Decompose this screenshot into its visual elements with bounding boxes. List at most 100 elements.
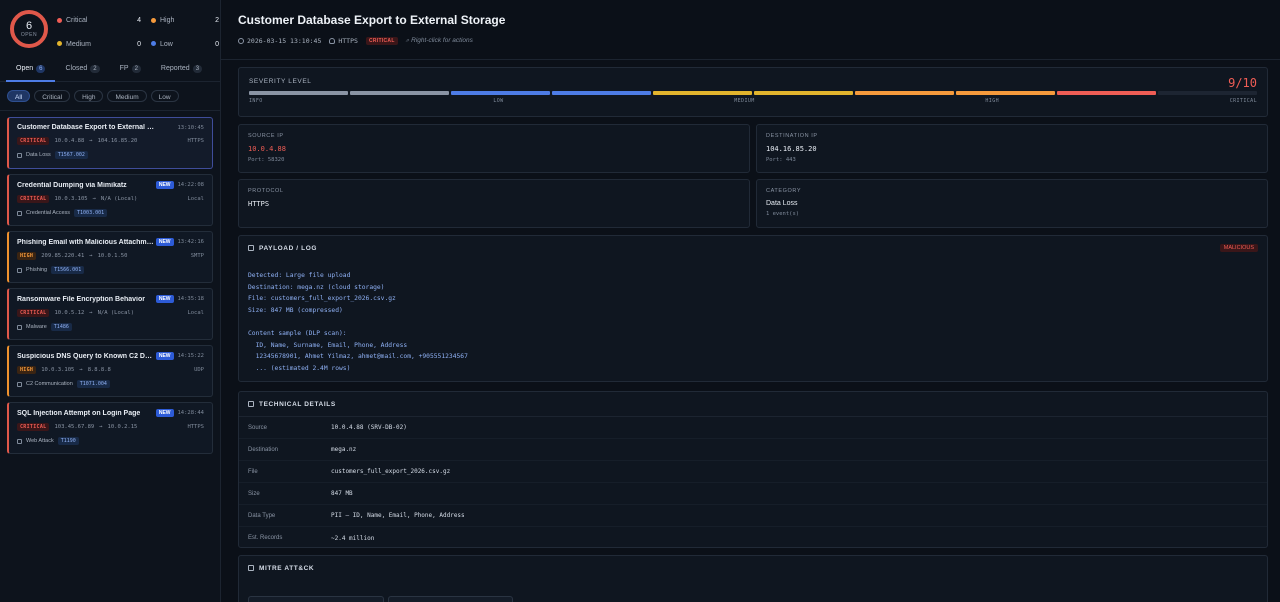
mitre-tag[interactable]: T1190 — [57, 437, 79, 445]
mitre-tag[interactable]: T1566.001 — [51, 266, 85, 274]
severity-filters: All Critical High Medium Low — [0, 82, 220, 111]
alert-title: Customer Database Export to External Sto… — [17, 124, 157, 131]
alert-card[interactable]: Suspicious DNS Query to Known C2 Domain … — [7, 345, 213, 397]
technical-details-table: Source 10.0.4.88 (SRV-DB-02) Destination m… — [239, 416, 1267, 549]
alert-protocol: HTTPS — [187, 424, 204, 430]
filter-all[interactable]: All — [7, 90, 31, 102]
filter-critical[interactable]: Critical — [34, 90, 71, 102]
severity-segment — [956, 91, 1055, 95]
severity-segment — [350, 91, 449, 95]
low-dot-icon — [151, 41, 156, 47]
header-divider — [221, 59, 1280, 60]
count-high-label: High — [141, 17, 207, 35]
tab-fp-count: 2 — [131, 65, 141, 73]
alert-src-ip: 10.0.4.88 — [54, 138, 85, 144]
alert-dst-ip: 8.8.8.8 — [87, 367, 111, 373]
row-value: PII — ID, Name, Email, Phone, Address — [331, 512, 465, 519]
row-key: Size — [248, 490, 260, 497]
payload-log[interactable]: Detected: Large file upload Destination:… — [239, 260, 1267, 374]
open-count-label: OPEN — [20, 31, 38, 38]
severity-score: 9/10 — [1228, 76, 1257, 90]
new-badge: NEW — [155, 295, 174, 303]
alert-title: Ransomware File Encryption Behavior — [17, 295, 145, 303]
alert-dst-ip: N/A (Local) — [100, 196, 138, 202]
category-card: CATEGORY Data Loss 1 event(s) — [756, 179, 1268, 228]
new-badge: NEW — [155, 181, 174, 189]
mitre-tag[interactable]: T1486 — [50, 323, 72, 331]
tab-open-count: 6 — [36, 65, 46, 73]
tab-fp[interactable]: FP 2 — [110, 58, 151, 82]
severity-level-label: SEVERITY LEVEL — [249, 78, 312, 85]
severity-level-panel: SEVERITY LEVEL 9/10 INFO LOW MEDIUM HIGH… — [238, 67, 1268, 117]
mitre-tag[interactable]: T1071.004 — [76, 380, 110, 388]
alert-detail: Customer Database Export to External Sto… — [221, 0, 1280, 602]
tab-open[interactable]: Open 6 — [6, 58, 56, 82]
alert-src-ip: 10.0.3.105 — [54, 196, 88, 202]
row-value: ~2.4 million — [331, 534, 375, 542]
row-value: 847 MB — [331, 490, 353, 497]
alert-time: 14:22:08 — [177, 182, 205, 188]
alert-src-ip: 103.45.67.89 — [54, 424, 95, 430]
user-icon — [329, 38, 336, 44]
category-icon — [17, 210, 22, 216]
protocol-card: PROTOCOL HTTPS — [238, 179, 750, 228]
alert-time: 13:10:45 — [177, 124, 205, 131]
destination-port: Port: 443 — [766, 157, 796, 163]
new-badge: NEW — [155, 409, 174, 417]
filter-high[interactable]: High — [74, 90, 104, 102]
count-critical-label: Critical — [57, 17, 129, 35]
alert-dst-ip: 10.0.2.15 — [107, 424, 138, 430]
severity-counts: Critical 4 High 2 Medium 0 Low 0 — [57, 17, 219, 58]
mitre-technique-chip[interactable] — [388, 596, 513, 602]
severity-badge: HIGH — [17, 252, 37, 260]
severity-segment — [1158, 91, 1257, 95]
destination-ip-card: DESTINATION IP 104.16.85.20 Port: 443 — [756, 124, 1268, 173]
filter-medium[interactable]: Medium — [107, 90, 147, 102]
severity-segment — [1057, 91, 1156, 95]
mitre-tag[interactable]: T1003.001 — [74, 209, 108, 217]
count-medium-label: Medium — [57, 41, 129, 59]
detail-severity-badge: CRITICAL — [365, 37, 398, 45]
mitre-tag[interactable]: T1567.002 — [54, 151, 88, 159]
alert-card[interactable]: Phishing Email with Malicious Attachment… — [7, 231, 213, 283]
source-ip-card: SOURCE IP 10.0.4.88 Port: 58320 — [238, 124, 750, 173]
count-high-value: 2 — [215, 17, 219, 24]
alert-src-ip: 209.85.220.41 — [41, 253, 85, 259]
tab-reported[interactable]: Reported 3 — [151, 58, 212, 82]
new-badge: NEW — [155, 238, 174, 246]
tab-closed[interactable]: Closed 2 — [55, 58, 109, 82]
alert-card[interactable]: Ransomware File Encryption Behavior NEW 1… — [7, 288, 213, 340]
terminal-icon — [248, 245, 254, 251]
document-icon — [248, 401, 254, 407]
row-value: customers_full_export_2026.csv.gz — [331, 468, 451, 475]
protocol-label: PROTOCOL — [248, 188, 284, 194]
alert-dst-ip: 104.16.85.20 — [97, 138, 138, 144]
severity-segment — [754, 91, 853, 95]
alert-card[interactable]: SQL Injection Attempt on Login Page NEW 1… — [7, 402, 213, 454]
count-medium-value: 0 — [137, 40, 141, 48]
row-key: File — [248, 468, 258, 475]
alert-category: C2 Communication — [26, 381, 73, 387]
row-key: Est. Records — [248, 535, 283, 541]
row-key: Source — [248, 424, 268, 431]
alert-category: Malware — [26, 324, 47, 330]
open-count-ring: 6 OPEN — [10, 10, 48, 48]
category-value: Data Loss — [766, 200, 798, 207]
alert-card[interactable]: Customer Database Export to External Sto… — [7, 117, 213, 169]
category-icon — [17, 381, 22, 387]
tick-low: LOW — [493, 98, 504, 104]
table-row: File customers_full_export_2026.csv.gz — [239, 461, 1267, 483]
alert-card[interactable]: Credential Dumping via Mimikatz NEW 14:22… — [7, 174, 213, 226]
filter-low[interactable]: Low — [150, 90, 179, 102]
mitre-technique-chip[interactable] — [248, 596, 384, 602]
severity-badge: CRITICAL — [17, 309, 50, 317]
alert-title: Phishing Email with Malicious Attachment — [17, 238, 156, 246]
tick-high: HIGH — [985, 98, 1000, 104]
destination-ip-label: DESTINATION IP — [766, 133, 818, 139]
alert-category: Web Attack — [26, 438, 54, 444]
severity-badge: CRITICAL — [17, 195, 50, 203]
page-title: Customer Database Export to External Sto… — [238, 13, 506, 27]
severity-badge: CRITICAL — [17, 423, 50, 431]
detail-timestamp: 2026-03-15 13:10:45 — [238, 37, 321, 45]
tab-reported-count: 3 — [192, 65, 203, 73]
